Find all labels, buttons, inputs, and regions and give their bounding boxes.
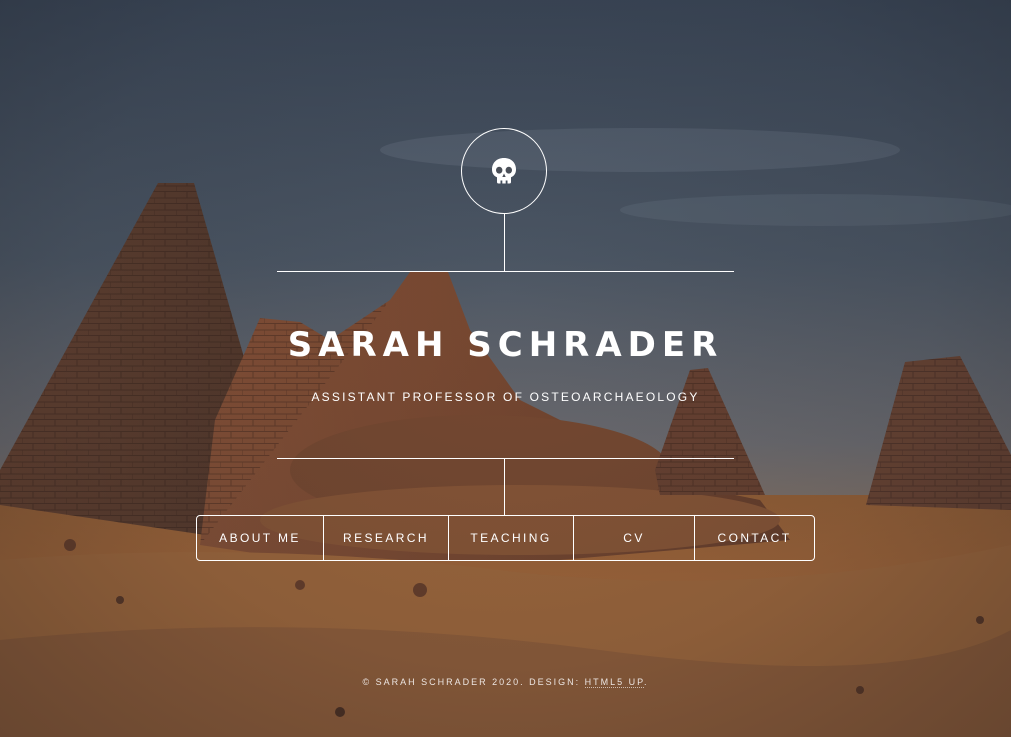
divider-line-top bbox=[277, 271, 734, 272]
footer-design-link[interactable]: HTML5 UP bbox=[584, 677, 645, 688]
footer-copyright: © SARAH SCHRADER 2020. DESIGN: bbox=[362, 677, 585, 687]
divider-line-bottom bbox=[277, 458, 734, 459]
footer-trailing: . bbox=[644, 677, 649, 687]
nav-item-research[interactable]: RESEARCH bbox=[323, 516, 448, 560]
page-title: SARAH SCHRADER bbox=[287, 325, 724, 365]
nav-item-cv[interactable]: CV bbox=[573, 516, 694, 560]
nav-item-contact[interactable]: CONTACT bbox=[694, 516, 814, 560]
background-image bbox=[0, 0, 1011, 737]
nav-item-about-me[interactable]: ABOUT ME bbox=[197, 516, 323, 560]
main-nav: ABOUT ME RESEARCH TEACHING CV CONTACT bbox=[196, 515, 815, 561]
logo bbox=[461, 128, 547, 214]
connector-line-top bbox=[504, 214, 505, 272]
skull-icon bbox=[492, 158, 516, 184]
nav-item-teaching[interactable]: TEACHING bbox=[448, 516, 573, 560]
footer: © SARAH SCHRADER 2020. DESIGN: HTML5 UP. bbox=[0, 675, 1011, 689]
page-subtitle: ASSISTANT PROFESSOR OF OSTEOARCHAEOLOGY bbox=[311, 390, 700, 404]
connector-line-bottom bbox=[504, 458, 505, 516]
